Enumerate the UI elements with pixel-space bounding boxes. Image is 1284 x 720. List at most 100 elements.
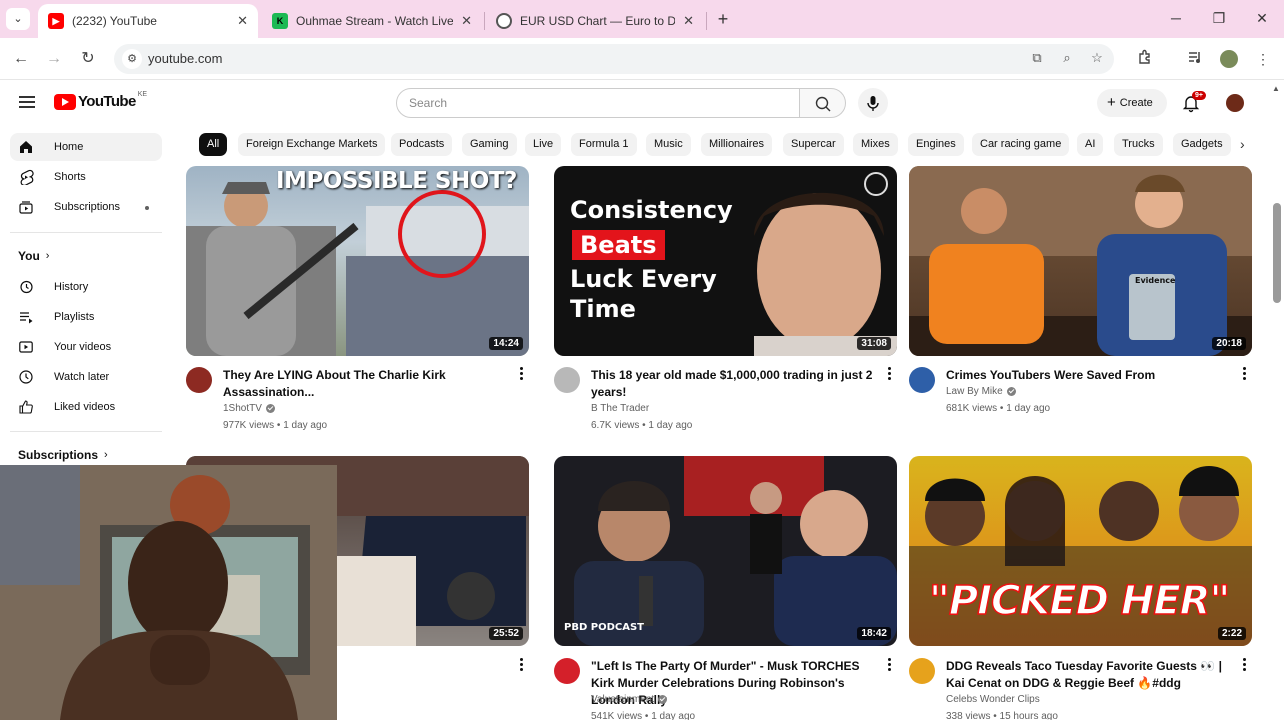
tab-search-button[interactable]: ⌄ [6,8,30,30]
tab-eurusd-chart[interactable]: EUR USD Chart — Euro to Dolla ✕ [486,4,704,38]
close-tab-icon[interactable]: ✕ [683,13,694,29]
thumbnail-scene [754,172,897,356]
channel-name-text: Celebs Wonder Clips [946,694,1040,705]
chip-millionaires[interactable]: Millionaires [701,133,773,156]
page-scrollbar[interactable]: ▲ [1270,81,1284,720]
sidebar-item-shorts[interactable]: Shorts [10,163,162,191]
channel-name[interactable]: Valuetainment [591,694,668,705]
chip-gaming[interactable]: Gaming [462,133,517,156]
channel-name[interactable]: Law By Mike [946,386,1016,397]
channel-avatar[interactable] [554,658,580,684]
sidebar-item-label: Watch later [54,371,110,383]
video-title[interactable]: They Are LYING About The Charlie Kirk As… [223,367,508,401]
guide-menu-icon[interactable] [19,96,35,108]
thumbnail-caption-line: Consistency [570,196,733,224]
more-actions-icon[interactable] [888,658,892,673]
back-icon[interactable]: ← [11,49,31,69]
channel-avatar[interactable] [909,658,935,684]
chip-formula-1[interactable]: Formula 1 [571,133,637,156]
reload-icon[interactable]: ↻ [78,49,98,69]
thumbnail-scene [909,166,1252,356]
video-thumbnail[interactable]: Evidence 20:18 [909,166,1252,356]
chip-mixes[interactable]: Mixes [853,133,898,156]
chip-live[interactable]: Live [525,133,562,156]
chip-podcasts[interactable]: Podcasts [391,133,453,156]
sidebar-item-home[interactable]: Home [10,133,162,161]
channel-name[interactable]: Celebs Wonder Clips [946,694,1040,705]
restore-icon[interactable]: ❐ [1209,10,1229,27]
youtube-logo[interactable]: YouTube KE [54,91,147,110]
more-actions-icon[interactable] [1243,367,1247,382]
create-button[interactable]: + Create [1097,89,1167,117]
scroll-up-arrow-icon[interactable]: ▲ [1272,84,1280,93]
channel-name[interactable]: B The Trader [591,403,649,414]
minimize-icon[interactable]: ─ [1166,10,1186,26]
channel-avatar[interactable] [554,367,580,393]
sidebar-item-history[interactable]: History [10,273,162,301]
media-control-icon[interactable] [1185,49,1205,69]
chip-supercar[interactable]: Supercar [783,133,844,156]
video-thumbnail[interactable]: PBD PODCAST 18:42 [554,456,897,646]
forward-icon[interactable]: → [44,49,64,69]
sidebar-you-heading[interactable]: You › [18,249,49,263]
voice-search-button[interactable] [858,88,888,118]
site-info-icon[interactable]: ⚙ [122,49,142,69]
sidebar-subscriptions-heading[interactable]: Subscriptions › [18,448,108,462]
install-app-icon[interactable]: ⧉ [1028,50,1046,66]
close-window-icon[interactable]: ✕ [1252,10,1272,27]
chip-car-racing-game[interactable]: Car racing game [972,133,1070,156]
channel-avatar[interactable] [909,367,935,393]
youtube-play-logo-icon [54,93,76,110]
chip-music[interactable]: Music [646,133,691,156]
tab-ouhmae-stream[interactable]: K Ouhmae Stream - Watch Live o ✕ [262,4,482,38]
browser-menu-icon[interactable]: ⋮ [1253,49,1273,69]
sidebar-item-your-videos[interactable]: Your videos [10,333,162,361]
chip-gadgets[interactable]: Gadgets [1173,133,1231,156]
channel-avatar[interactable] [186,367,212,393]
more-actions-icon[interactable] [1243,658,1247,673]
kick-favicon-icon: K [272,13,288,29]
search-input[interactable]: Search [396,88,800,118]
close-tab-icon[interactable]: ✕ [237,13,248,29]
sidebar-divider [10,232,162,233]
chip-ai[interactable]: AI [1077,133,1104,156]
more-actions-icon[interactable] [888,367,892,382]
video-title[interactable]: DDG Reveals Taco Tuesday Favorite Guests… [946,658,1231,692]
channel-name[interactable]: 1ShotTV [223,403,275,414]
address-bar[interactable]: ⚙ youtube.com ⧉ ⌕ ☆ [114,44,1114,74]
sidebar-item-watch-later[interactable]: Watch later [10,363,162,391]
chip-foreign-exchange[interactable]: Foreign Exchange Markets [238,133,386,156]
new-tab-button[interactable]: + [713,9,733,29]
chevron-right-icon[interactable]: › [1240,136,1245,152]
chip-engines[interactable]: Engines [908,133,964,156]
video-details: They Are LYING About The Charlie Kirk As… [186,367,529,447]
sidebar-item-subscriptions[interactable]: Subscriptions [10,193,162,221]
scrollbar-thumb[interactable] [1273,203,1281,303]
sidebar-divider [10,431,162,432]
sidebar-item-label: History [54,281,89,293]
chip-trucks[interactable]: Trucks [1114,133,1163,156]
sidebar-item-playlists[interactable]: Playlists [10,303,162,331]
bookmark-star-icon[interactable]: ☆ [1088,50,1106,66]
close-tab-icon[interactable]: ✕ [461,13,472,29]
video-thumbnail[interactable]: IMPOSSIBLE SHOT? 14:24 [186,166,529,356]
browser-profile-avatar[interactable] [1220,50,1238,68]
tab-youtube[interactable]: ▶ (2232) YouTube ✕ [38,4,258,38]
sidebar-item-liked-videos[interactable]: Liked videos [10,393,162,421]
video-title[interactable]: This 18 year old made $1,000,000 trading… [591,367,876,401]
thumbnail-caption-line: Luck Every [570,265,717,293]
video-thumbnail[interactable]: "PICKED HER" 2:22 [909,456,1252,646]
search-button[interactable] [799,88,846,118]
extensions-icon[interactable] [1135,49,1155,69]
youtube-wordmark: YouTube [78,93,136,110]
account-avatar[interactable] [1226,94,1244,112]
zoom-icon[interactable]: ⌕ [1058,50,1076,66]
sidebar-item-label: Home [54,141,84,153]
video-thumbnail[interactable]: Consistency Beats Luck Every Time 31:08 [554,166,897,356]
url-text: youtube.com [148,51,223,66]
more-actions-icon[interactable] [520,367,524,382]
browser-toolbar: ← → ↻ ⚙ youtube.com ⧉ ⌕ ☆ ⋮ [0,38,1284,80]
video-title[interactable]: Crimes YouTubers Were Saved From [946,367,1231,384]
more-actions-icon[interactable] [520,658,524,673]
chip-all[interactable]: All [199,133,228,156]
